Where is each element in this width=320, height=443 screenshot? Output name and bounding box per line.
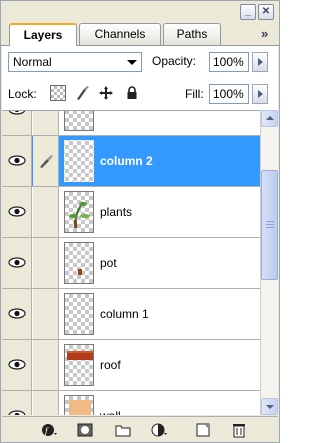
blend-mode-value: Normal bbox=[13, 55, 52, 69]
visibility-cell[interactable] bbox=[2, 111, 32, 135]
chevron-down-icon bbox=[127, 60, 137, 65]
layer-thumbnail bbox=[64, 293, 94, 335]
layer-name: column 1 bbox=[100, 307, 149, 321]
layers-list: column 2 plants pot column 1 roof bbox=[2, 110, 260, 415]
new-layer-icon[interactable] bbox=[194, 421, 212, 439]
link-cell[interactable] bbox=[33, 111, 59, 135]
fill-slider-button[interactable] bbox=[252, 84, 268, 104]
layer-thumbnail bbox=[64, 111, 94, 131]
tab-paths[interactable]: Paths bbox=[163, 23, 221, 45]
paintbrush-icon bbox=[40, 155, 53, 168]
link-cell[interactable] bbox=[33, 340, 59, 390]
layer-row-wall[interactable]: wall bbox=[2, 391, 260, 415]
layer-name: column 2 bbox=[100, 154, 153, 168]
tab-channels[interactable]: Channels bbox=[79, 23, 161, 45]
link-cell[interactable] bbox=[33, 289, 59, 339]
layer-row-roof[interactable]: roof bbox=[2, 340, 260, 391]
opacity-label: Opacity: bbox=[152, 54, 197, 68]
opacity-slider-button[interactable] bbox=[252, 52, 268, 72]
trash-icon[interactable] bbox=[230, 421, 248, 439]
link-cell[interactable] bbox=[33, 391, 59, 415]
eye-icon bbox=[8, 206, 26, 217]
layers-toolbar: f bbox=[2, 416, 278, 442]
eye-icon bbox=[8, 359, 26, 370]
layer-thumbnail bbox=[64, 191, 94, 233]
visibility-cell[interactable] bbox=[2, 136, 32, 186]
layers-scrollbar[interactable] bbox=[260, 110, 278, 415]
pot-thumbnail-art bbox=[78, 269, 82, 275]
layer-row-column-1[interactable]: column 1 bbox=[2, 289, 260, 340]
plants-thumbnail-art bbox=[69, 201, 90, 228]
layer-thumbnail bbox=[64, 242, 94, 284]
eye-icon bbox=[8, 155, 26, 166]
wall-thumbnail-art bbox=[69, 400, 91, 415]
lock-all-icon[interactable] bbox=[124, 85, 140, 101]
layer-name: wall bbox=[100, 409, 121, 415]
layer-row-pot[interactable]: pot bbox=[2, 238, 260, 289]
visibility-cell[interactable] bbox=[2, 391, 32, 415]
new-group-icon[interactable] bbox=[114, 421, 132, 439]
eye-icon bbox=[8, 308, 26, 319]
lock-label: Lock: bbox=[8, 87, 37, 101]
adjustment-layer-icon[interactable] bbox=[150, 421, 168, 439]
minimize-button[interactable]: _ bbox=[240, 4, 256, 20]
scroll-grip bbox=[266, 227, 274, 228]
layer-row[interactable] bbox=[2, 111, 260, 136]
lock-transparency-icon[interactable] bbox=[50, 85, 66, 101]
eye-icon bbox=[8, 410, 26, 415]
lock-pixels-icon[interactable] bbox=[74, 85, 90, 101]
fill-label: Fill: bbox=[185, 87, 204, 101]
link-cell[interactable] bbox=[33, 238, 59, 288]
tab-layers[interactable]: Layers bbox=[9, 23, 77, 46]
scroll-thumb[interactable] bbox=[261, 170, 278, 280]
scroll-grip bbox=[266, 221, 274, 222]
layer-controls: Normal Opacity: 100% Lock: Fill: 100% bbox=[2, 46, 278, 110]
link-cell[interactable] bbox=[33, 136, 59, 186]
palette-tabs: Layers Channels Paths » bbox=[5, 23, 277, 46]
visibility-cell[interactable] bbox=[2, 238, 32, 288]
roof-thumbnail-art bbox=[67, 351, 93, 360]
close-button[interactable]: ✕ bbox=[258, 4, 274, 20]
layer-thumbnail bbox=[64, 395, 94, 415]
layer-name: plants bbox=[100, 205, 133, 219]
layer-name: roof bbox=[100, 358, 121, 372]
link-layers-icon[interactable]: f bbox=[40, 421, 58, 439]
layer-mask-icon[interactable] bbox=[76, 421, 94, 439]
visibility-cell[interactable] bbox=[2, 289, 32, 339]
eye-icon bbox=[8, 111, 26, 115]
scroll-up-button[interactable] bbox=[261, 110, 278, 127]
opacity-field[interactable]: 100% bbox=[209, 52, 249, 72]
fill-field[interactable]: 100% bbox=[209, 84, 249, 104]
layer-thumbnail bbox=[63, 139, 95, 183]
blend-mode-select[interactable]: Normal bbox=[8, 52, 142, 72]
layer-thumbnail bbox=[64, 344, 94, 386]
visibility-cell[interactable] bbox=[2, 187, 32, 237]
double-chevron-right-icon[interactable]: » bbox=[261, 26, 268, 41]
palette-title-bar: _ ✕ bbox=[1, 1, 279, 23]
layer-name: pot bbox=[100, 256, 117, 270]
eye-icon bbox=[8, 257, 26, 268]
scroll-down-button[interactable] bbox=[261, 398, 278, 415]
scroll-grip bbox=[266, 224, 274, 225]
layers-palette: _ ✕ Layers Channels Paths » Normal Opaci… bbox=[0, 0, 280, 443]
layer-row-column-2[interactable]: column 2 bbox=[2, 136, 260, 187]
lock-position-icon[interactable] bbox=[98, 85, 114, 101]
layer-row-plants[interactable]: plants bbox=[2, 187, 260, 238]
visibility-cell[interactable] bbox=[2, 340, 32, 390]
link-cell[interactable] bbox=[33, 187, 59, 237]
